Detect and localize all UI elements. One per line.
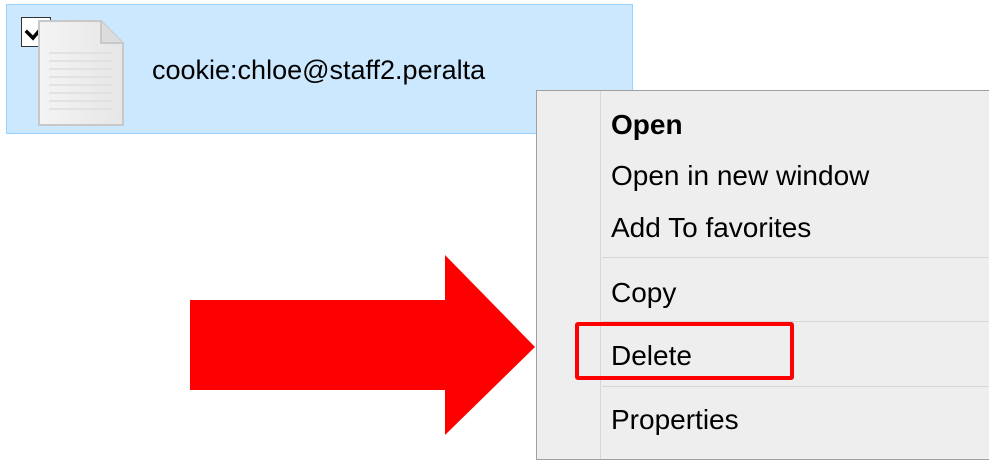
- document-icon: [38, 20, 124, 126]
- menu-separator: [602, 257, 989, 258]
- menu-separator: [602, 386, 989, 387]
- file-name-label: cookie:chloe@staff2.peralta: [152, 55, 486, 85]
- context-menu: Open Open in new window Add To favorites…: [536, 90, 989, 460]
- menu-item-open-new-window[interactable]: Open in new window: [611, 160, 869, 192]
- menu-item-copy[interactable]: Copy: [611, 277, 676, 309]
- menu-item-properties[interactable]: Properties: [611, 404, 739, 436]
- menu-item-open[interactable]: Open: [611, 109, 683, 141]
- menu-gutter: [600, 91, 601, 459]
- delete-highlight-box: [575, 322, 794, 380]
- red-arrow-annotation: [190, 255, 535, 435]
- menu-item-add-to-favorites[interactable]: Add To favorites: [611, 212, 811, 244]
